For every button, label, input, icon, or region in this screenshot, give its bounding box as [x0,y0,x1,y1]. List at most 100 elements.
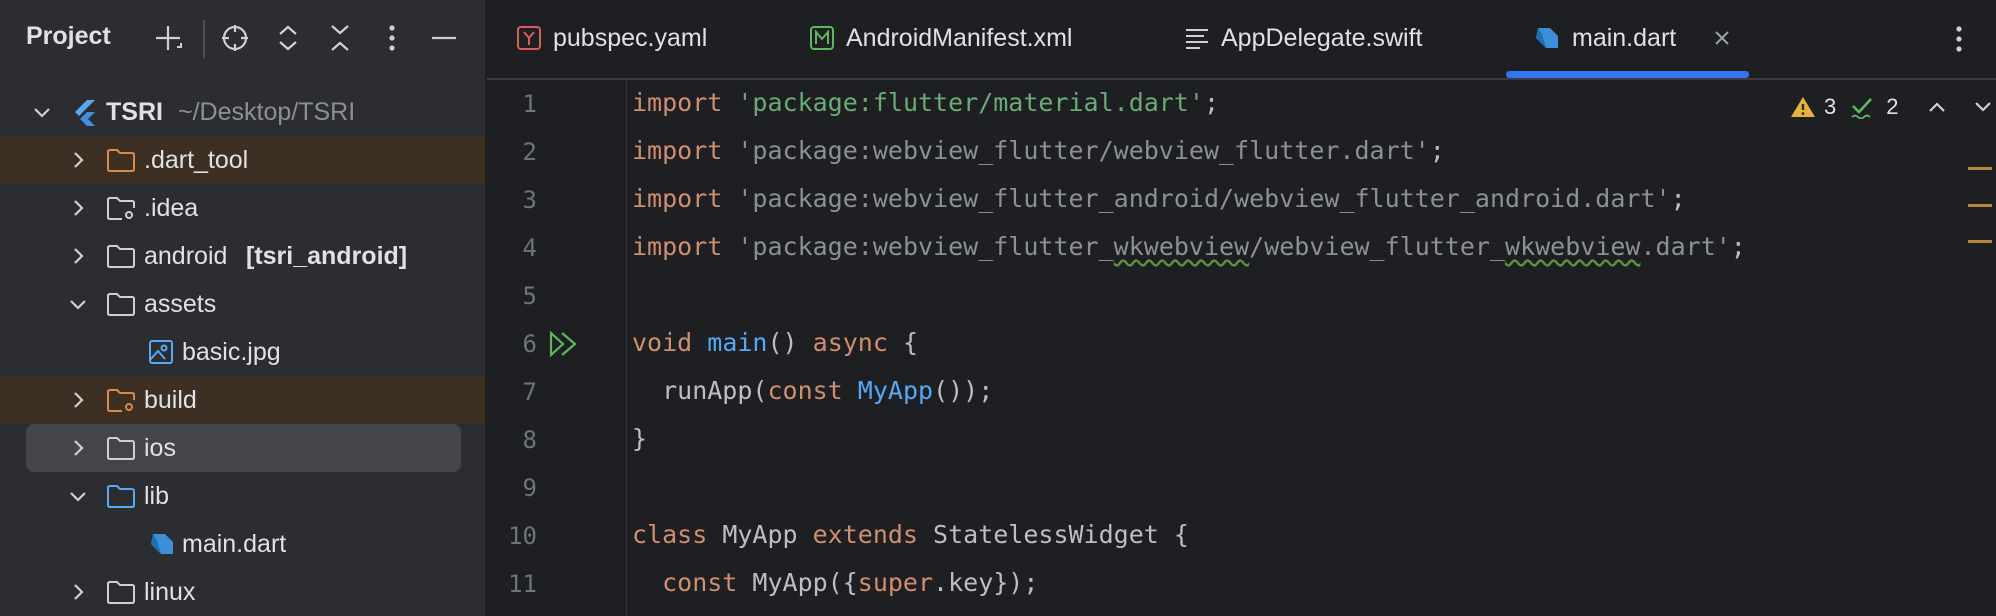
line-number: 11 [508,570,537,598]
collapse-icon [331,25,349,51]
function-name: main [707,328,768,357]
expand-icon [279,25,297,51]
tree-label: android [144,242,228,270]
tree-item-assets[interactable]: assets [0,280,485,328]
source-folder-icon [107,485,135,508]
tree-item-basic-jpg[interactable]: basic.jpg [0,328,485,376]
manifest-file-icon [810,26,834,50]
tree-item-main-dart[interactable]: main.dart [0,520,485,568]
punctuation: ()); [933,376,994,405]
chevron-up-icon[interactable] [1927,100,1947,114]
keyword: void [632,328,693,357]
punctuation: ; [1730,232,1746,261]
tree-label: assets [144,290,217,318]
tree-item-build[interactable]: build [0,376,485,424]
string-literal: 'package:webview_flutter/webview_flutter… [737,136,1430,165]
chevron-right-icon [74,584,84,600]
hide-panel-button[interactable] [424,18,464,58]
tree-item-ios[interactable]: ios [26,424,461,472]
locate-file-button[interactable] [215,18,255,58]
code-line-7[interactable]: runApp(const MyApp()); [632,376,993,405]
code-line-6[interactable]: void main() async { [632,328,918,357]
warning-icon [1791,97,1815,117]
inspection-widget[interactable]: 3 2 [1790,92,1993,122]
tab-label: main.dart [1572,24,1677,52]
code-line-4[interactable]: import 'package:webview_flutter_wkwebvie… [632,232,1746,261]
dart-file-icon [1536,28,1558,48]
yaml-file-icon [517,26,541,50]
options-button[interactable] [372,18,412,58]
project-panel-header: Project [0,0,485,76]
tab-options-button[interactable] [1944,20,1974,58]
chevron-right-icon [74,248,84,264]
code-text: StatelessWidget { [917,520,1189,549]
tree-label: .idea [144,194,199,222]
keyword: import [632,184,723,213]
tab-pubspec-yaml[interactable]: pubspec.yaml [487,0,767,78]
class-name: MyApp [857,376,934,405]
expand-all-button[interactable] [268,18,308,58]
header-separator [203,20,205,58]
tree-module-name: [tsri_android] [246,242,408,270]
code-line-8[interactable]: } [632,424,647,453]
new-file-button[interactable] [148,18,188,58]
string-literal: .dart' [1640,232,1731,261]
folder-icon [107,437,135,460]
tree-label: main.dart [182,530,287,558]
string-literal: 'package:webview_flutter_ [737,232,1114,261]
warning-marker[interactable] [1968,167,1992,170]
keyword: import [632,88,723,117]
tab-androidmanifest-xml[interactable]: AndroidManifest.xml [780,0,1110,78]
tab-label: AndroidManifest.xml [846,24,1073,52]
code-line-11[interactable]: const MyApp({super.key}); [632,568,1038,597]
line-number: 5 [522,282,537,310]
chevron-down-icon [70,492,86,502]
more-vertical-icon [1956,26,1962,52]
close-icon[interactable] [1714,30,1730,46]
typo-highlight: wkwebview [1113,232,1250,261]
line-number: 8 [522,426,537,454]
tree-label: build [144,386,197,414]
code-line-2[interactable]: import 'package:webview_flutter/webview_… [632,136,1445,165]
run-icon[interactable] [548,330,582,358]
tree-label: linux [144,578,196,606]
keyword: extends [812,520,918,549]
flutter-module-icon [75,100,95,126]
warning-marker[interactable] [1968,240,1992,243]
tab-appdelegate-swift[interactable]: AppDelegate.swift [1155,0,1455,78]
string-literal: 'package:webview_flutter_android/webview… [737,184,1671,213]
code-line-3[interactable]: import 'package:webview_flutter_android/… [632,184,1686,213]
folder-icon [107,581,135,604]
line-number: 9 [522,474,537,502]
panel-divider[interactable] [485,0,487,616]
code-text: MyApp [707,520,813,549]
tree-item-android[interactable]: android [tsri_android] [0,232,485,280]
image-file-icon [149,340,173,364]
collapse-all-button[interactable] [320,18,360,58]
text-file-icon [1186,29,1208,49]
tree-item-linux[interactable]: linux [0,568,485,616]
code-line-1[interactable]: import 'package:flutter/material.dart'; [632,88,1219,117]
punctuation: ; [1203,88,1220,117]
string-literal: /webview_flutter_ [1249,232,1506,261]
code-text: MyApp({ [737,568,858,597]
warning-marker[interactable] [1968,204,1992,207]
punctuation: ; [1670,184,1686,213]
dart-file-icon [151,534,173,554]
code-text: } [632,424,648,453]
minimize-icon [432,36,456,40]
tree-item-lib[interactable]: lib [0,472,485,520]
tree-item-dart-tool[interactable]: .dart_tool [0,136,485,184]
code-text: runApp( [632,376,768,405]
tab-main-dart[interactable]: main.dart [1506,0,1749,78]
line-number: 7 [522,378,537,406]
line-number: 10 [508,522,537,550]
chevron-right-icon [74,440,84,456]
code-text: .key}); [933,568,1039,597]
tree-item-tsri[interactable]: TSRI ~/Desktop/TSRI [0,88,485,136]
chevron-down-icon[interactable] [1973,100,1993,114]
tree-item-idea[interactable]: .idea [0,184,485,232]
folder-icon [107,293,135,316]
code-line-10[interactable]: class MyApp extends StatelessWidget { [632,520,1189,549]
keyword: const [767,376,843,405]
